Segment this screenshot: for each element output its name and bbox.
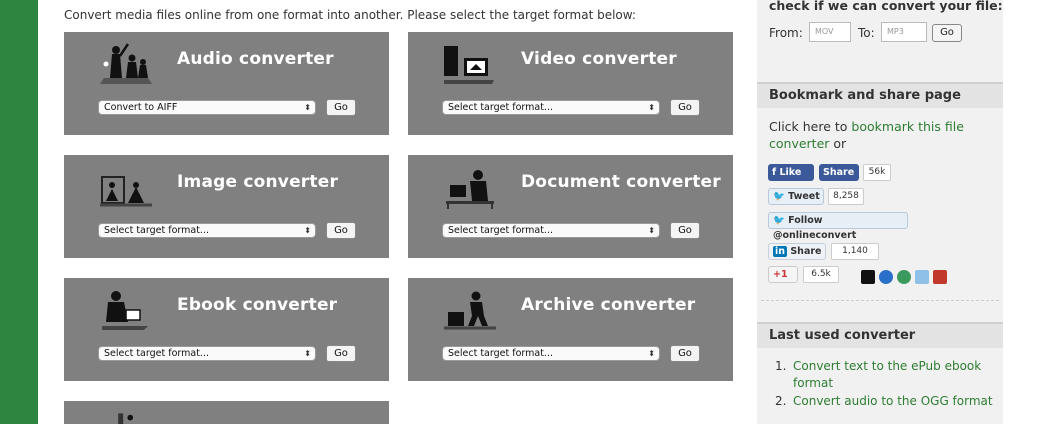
select-value: Select target format...: [448, 225, 553, 236]
bookmark-text: Click here to bookmark this file convert…: [769, 118, 979, 152]
select-value: Select target format...: [104, 225, 209, 236]
partial-tile-icon: [118, 413, 134, 424]
select-arrows-icon: ⬍: [304, 349, 311, 358]
twitter-bird-icon: 🐦: [773, 191, 789, 202]
delicious-icon[interactable]: [861, 270, 875, 284]
sidebar: check if we can convert your file: From:…: [757, 0, 1003, 424]
select-arrows-icon: ⬍: [304, 103, 311, 112]
linkedin-icon: in: [773, 246, 788, 257]
stumbleupon-icon[interactable]: [897, 270, 911, 284]
select-arrows-icon: ⬍: [648, 226, 655, 235]
left-green-bar: [0, 0, 38, 424]
select-value: Convert to AIFF: [104, 102, 178, 113]
google-plus-button[interactable]: +1: [768, 266, 798, 283]
archive-box-icon: [444, 291, 496, 330]
reddit-icon[interactable]: [915, 270, 929, 284]
tile-title: Video converter: [521, 49, 677, 69]
format-select[interactable]: Select target format... ⬍: [442, 346, 660, 361]
video-converter-tile: Video converter Select target format... …: [408, 32, 733, 135]
format-select[interactable]: Select target format... ⬍: [442, 100, 660, 115]
format-select[interactable]: Select target format... ⬍: [98, 223, 316, 238]
ebook-converter-tile: Ebook converter Select target format... …: [64, 278, 389, 381]
go-button[interactable]: Go: [670, 345, 700, 362]
google-plus-count: 6.5k: [803, 266, 839, 283]
divider: [761, 300, 999, 301]
digg-icon[interactable]: [879, 270, 893, 284]
last-used-list: 1. Convert text to the ePub ebook format…: [769, 358, 994, 411]
tile-title: Archive converter: [521, 295, 696, 315]
select-arrows-icon: ⬍: [648, 103, 655, 112]
select-arrows-icon: ⬍: [304, 226, 311, 235]
tweet-label: Tweet: [788, 191, 820, 202]
tweet-button[interactable]: 🐦 Tweet: [768, 188, 824, 205]
tile-title: Image converter: [177, 172, 339, 192]
select-arrows-icon: ⬍: [648, 349, 655, 358]
follow-twitter-button[interactable]: 🐦 Follow @onlineconvert: [768, 212, 908, 241]
from-format-input[interactable]: MOV: [809, 22, 851, 42]
facebook-like-button[interactable]: f Like: [768, 164, 814, 181]
document-desk-icon: [446, 170, 494, 209]
to-label: To:: [858, 26, 875, 40]
format-select[interactable]: Convert to AIFF ⬍: [98, 100, 316, 115]
list-number: 1.: [775, 359, 787, 373]
select-value: Select target format...: [104, 348, 209, 359]
check-go-button[interactable]: Go: [932, 24, 962, 42]
linkedin-share-button[interactable]: in Share: [768, 243, 826, 260]
to-format-input[interactable]: MP3: [881, 22, 927, 42]
like-label: Like: [779, 167, 802, 178]
tile-title: Document converter: [521, 172, 721, 192]
format-select[interactable]: Select target format... ⬍: [442, 223, 660, 238]
twitter-bird-icon: 🐦: [773, 215, 789, 226]
check-format-text: check if we can convert your file:: [769, 0, 1003, 13]
go-button[interactable]: Go: [326, 222, 356, 239]
list-number: 2.: [775, 394, 787, 408]
go-button[interactable]: Go: [670, 99, 700, 116]
image-converter-tile: Image converter Select target format... …: [64, 155, 389, 258]
select-value: Select target format...: [448, 102, 553, 113]
tweet-count: 8,258: [828, 188, 864, 205]
list-item: 2. Convert audio to the OGG format: [769, 393, 994, 410]
bookmark-service-icon[interactable]: [933, 270, 947, 284]
tile-title: Audio converter: [177, 49, 334, 69]
last-used-link[interactable]: Convert text to the ePub ebook format: [793, 359, 981, 390]
select-value: Select target format...: [448, 348, 553, 359]
facebook-count: 56k: [863, 164, 891, 181]
audio-converter-tile: Audio converter Convert to AIFF ⬍ Go: [64, 32, 389, 135]
bookmark-suffix: or: [829, 136, 847, 151]
audio-people-icon: [100, 43, 152, 84]
archive-converter-tile: Archive converter Select target format..…: [408, 278, 733, 381]
partial-converter-tile: [64, 401, 389, 424]
from-label: From:: [769, 26, 803, 40]
list-item: 1. Convert text to the ePub ebook format: [769, 358, 994, 392]
bookmark-heading: Bookmark and share page: [757, 82, 1003, 108]
ebook-reader-icon: [102, 291, 148, 330]
go-button[interactable]: Go: [326, 99, 356, 116]
tile-title: Ebook converter: [177, 295, 338, 315]
video-screen-icon: [444, 46, 494, 84]
linkedin-count: 1,140: [831, 243, 879, 260]
image-frame-icon: [100, 176, 152, 207]
format-select[interactable]: Select target format... ⬍: [98, 346, 316, 361]
last-used-link[interactable]: Convert audio to the OGG format: [793, 394, 993, 408]
linkedin-share-label: Share: [790, 246, 822, 257]
go-button[interactable]: Go: [670, 222, 700, 239]
last-used-heading: Last used converter: [757, 322, 1003, 348]
go-button[interactable]: Go: [326, 345, 356, 362]
facebook-share-button[interactable]: Share: [819, 164, 859, 181]
document-converter-tile: Document converter Select target format.…: [408, 155, 733, 258]
intro-text: Convert media files online from one form…: [64, 8, 636, 22]
bookmark-prefix: Click here to: [769, 119, 852, 134]
